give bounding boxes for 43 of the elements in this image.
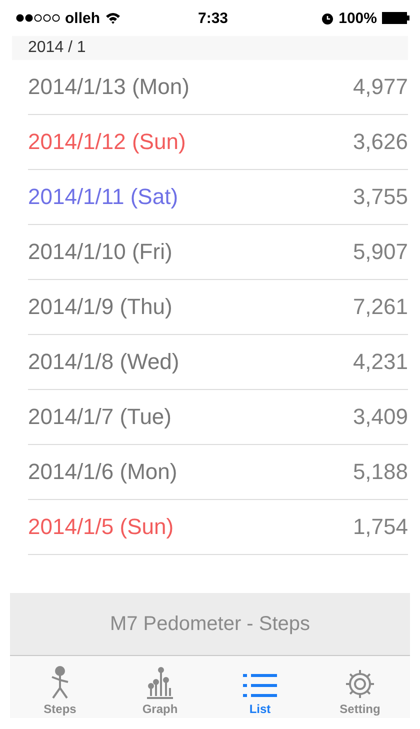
alarm-clock-icon [320,12,334,24]
tab[interactable]: Steps [10,656,110,718]
day-row[interactable]: 2014/1/12 (Sun) 3,626 [28,115,408,170]
tab[interactable]: Setting [310,656,410,718]
day-row[interactable]: 2014/1/13 (Mon) 4,977 [28,60,408,115]
date-label: 2014/1/8 (Wed) [28,349,180,375]
banner-text: M7 Pedometer - Steps [110,612,310,636]
signal-icon [16,14,60,22]
step-count: 5,907 [352,239,408,265]
date-label: 2014/1/10 (Fri) [28,239,172,265]
day-row[interactable]: 2014/1/6 (Mon) 5,188 [28,445,408,500]
battery-percentage: 100% [338,10,377,26]
settings-icon [344,668,376,700]
day-row[interactable]: 2014/1/8 (Wed) 4,231 [28,335,408,390]
bar-chart-icon [145,666,175,700]
day-row[interactable]: 2014/1/5 (Sun) 1,754 [28,500,408,555]
step-count: 7,261 [352,294,408,320]
day-row[interactable]: 2014/1/7 (Tue) 3,409 [28,390,408,445]
date-label: 2014/1/5 (Sun) [28,514,174,540]
carrier-name: olleh [65,10,100,26]
list-icon [243,672,277,700]
step-count: 3,755 [352,184,408,210]
date-label: 2014/1/11 (Sat) [28,184,178,210]
battery-icon [382,12,410,24]
step-count: 3,409 [352,404,408,430]
date-label: 2014/1/7 (Tue) [28,404,172,430]
step-count: 5,188 [352,459,408,485]
day-row[interactable]: 2014/1/10 (Fri) 5,907 [28,225,408,280]
day-row[interactable]: 2014/1/9 (Thu) 7,261 [28,280,408,335]
step-count: 4,977 [352,74,408,100]
date-label: 2014/1/9 (Thu) [28,294,172,320]
day-row[interactable]: 2014/1/11 (Sat) 3,755 [28,170,408,225]
step-count: 1,754 [352,514,408,540]
step-count: 4,231 [352,349,408,375]
step-count: 3,626 [352,129,408,155]
date-label: 2014/1/13 (Mon) [28,74,190,100]
date-label: 2014/1/12 (Sun) [28,129,186,155]
month-label: 2014 / 1 [27,39,86,57]
tab[interactable]: List [210,656,310,718]
clock-time: 7:33 [198,10,228,26]
wifi-icon [105,12,122,24]
date-label: 2014/1/6 (Mon) [28,459,178,485]
tab[interactable]: Graph [110,656,210,718]
